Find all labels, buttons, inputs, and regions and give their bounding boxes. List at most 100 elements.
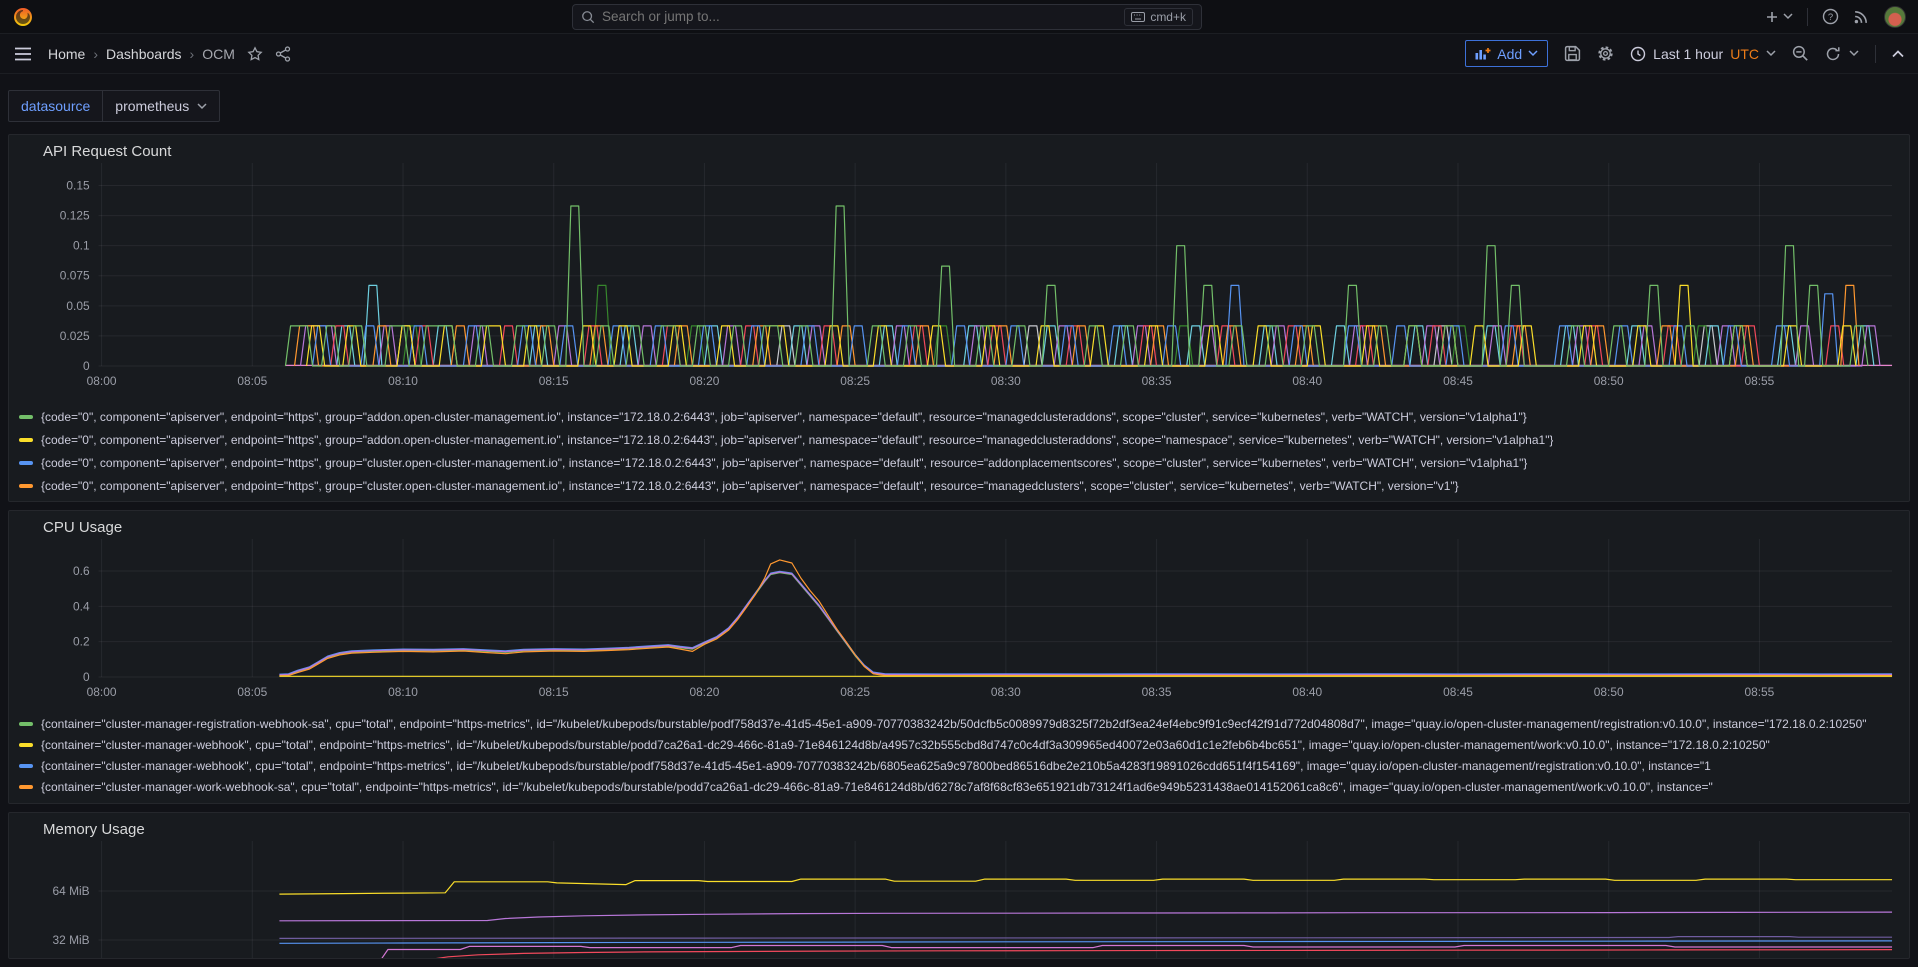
- chevron-down-icon: [1849, 50, 1859, 57]
- svg-text:0.025: 0.025: [60, 329, 90, 343]
- chevron-down-icon: [1766, 50, 1776, 57]
- refresh-button[interactable]: [1825, 46, 1859, 62]
- svg-text:0.15: 0.15: [66, 178, 90, 192]
- breadcrumb-home[interactable]: Home: [48, 46, 85, 62]
- svg-text:08:50: 08:50: [1594, 374, 1624, 388]
- add-panel-icon: [1475, 47, 1491, 60]
- legend-label: {container="cluster-manager-work-webhook…: [41, 780, 1713, 794]
- legend-item[interactable]: {code="0", component="apiserver", endpoi…: [19, 451, 1899, 474]
- plus-icon: [1765, 10, 1779, 24]
- legend-item[interactable]: {code="0", component="apiserver", endpoi…: [19, 497, 1899, 502]
- rss-icon: [1853, 8, 1870, 25]
- legend-swatch: [19, 438, 33, 442]
- save-icon: [1564, 45, 1581, 62]
- legend-swatch: [19, 461, 33, 465]
- svg-text:?: ?: [1828, 12, 1833, 23]
- timezone-label: UTC: [1730, 46, 1759, 62]
- variables-row: datasource prometheus: [8, 90, 1910, 122]
- legend-item[interactable]: {container="cluster-manager-work-webhook…: [19, 776, 1899, 797]
- legend-label: {code="0", component="apiserver", endpoi…: [41, 479, 1459, 493]
- grafana-logo[interactable]: [12, 6, 34, 28]
- search-icon: [581, 10, 595, 24]
- svg-text:08:45: 08:45: [1443, 374, 1473, 388]
- save-dashboard-button[interactable]: [1564, 45, 1581, 62]
- chevron-up-icon: [1892, 50, 1904, 58]
- dashboard-toolbar: Home › Dashboards › OCM Add: [0, 34, 1918, 74]
- favorite-button[interactable]: [247, 46, 263, 62]
- hamburger-icon: [14, 47, 32, 61]
- new-button[interactable]: [1765, 10, 1793, 24]
- svg-text:08:20: 08:20: [690, 685, 720, 699]
- variable-value: prometheus: [115, 98, 189, 114]
- panel-api-request-count: API Request Count 08:0008:0508:1008:1508…: [8, 134, 1910, 502]
- svg-text:0: 0: [83, 670, 90, 684]
- svg-text:08:25: 08:25: [840, 685, 870, 699]
- svg-text:0.2: 0.2: [73, 635, 90, 649]
- add-panel-label: Add: [1497, 46, 1522, 62]
- share-icon: [275, 46, 291, 62]
- keyboard-icon: [1131, 12, 1145, 22]
- breadcrumb: Home › Dashboards › OCM: [48, 46, 235, 62]
- shortcut-chip: cmd+k: [1124, 8, 1193, 26]
- legend-label: {container="cluster-manager-webhook", cp…: [41, 759, 1711, 773]
- legend-item[interactable]: {code="0", component="apiserver", endpoi…: [19, 428, 1899, 451]
- dashboard-content: datasource prometheus API Request Count …: [0, 74, 1918, 967]
- breadcrumb-dashboards[interactable]: Dashboards: [106, 46, 182, 62]
- news-button[interactable]: [1853, 8, 1870, 25]
- panel-title[interactable]: CPU Usage: [19, 517, 1899, 539]
- legend-label: {code="0", component="apiserver", endpoi…: [41, 502, 1452, 503]
- svg-text:08:55: 08:55: [1744, 374, 1774, 388]
- timeseries-chart[interactable]: 08:0008:0508:1008:1508:2008:2508:3008:35…: [19, 163, 1899, 403]
- zoom-out-button[interactable]: [1792, 45, 1809, 62]
- help-button[interactable]: ?: [1822, 8, 1839, 25]
- breadcrumb-current: OCM: [202, 46, 235, 62]
- legend-label: {code="0", component="apiserver", endpoi…: [41, 433, 1553, 447]
- svg-text:08:50: 08:50: [1594, 685, 1624, 699]
- legend-label: {container="cluster-manager-webhook", cp…: [41, 738, 1770, 752]
- panel-title[interactable]: API Request Count: [19, 141, 1899, 163]
- svg-text:08:40: 08:40: [1292, 374, 1322, 388]
- svg-text:08:40: 08:40: [1292, 685, 1322, 699]
- legend-item[interactable]: {container="cluster-manager-webhook", cp…: [19, 734, 1899, 755]
- svg-text:08:00: 08:00: [87, 685, 117, 699]
- variable-value-dropdown[interactable]: prometheus: [103, 90, 220, 122]
- svg-text:0.125: 0.125: [60, 209, 90, 223]
- add-panel-button[interactable]: Add: [1465, 40, 1548, 67]
- star-icon: [247, 46, 263, 62]
- divider: [1807, 8, 1808, 26]
- breadcrumb-separator: ›: [93, 46, 98, 62]
- collapse-toolbar-button[interactable]: [1892, 50, 1904, 58]
- panel-legend: {code="0", component="apiserver", endpoi…: [19, 405, 1899, 502]
- timeseries-chart[interactable]: 64 MiB32 MiB: [19, 841, 1899, 959]
- search-input[interactable]: [602, 9, 1124, 24]
- time-range-picker[interactable]: Last 1 hour UTC: [1630, 46, 1776, 62]
- time-range-label: Last 1 hour: [1653, 46, 1723, 62]
- legend-item[interactable]: {container="cluster-manager-registration…: [19, 713, 1899, 734]
- dashboard-settings-button[interactable]: [1597, 45, 1614, 62]
- svg-text:08:45: 08:45: [1443, 685, 1473, 699]
- legend-swatch: [19, 484, 33, 488]
- svg-text:0.075: 0.075: [60, 269, 90, 283]
- divider: [1875, 45, 1876, 63]
- help-icon: ?: [1822, 8, 1839, 25]
- legend-item[interactable]: {code="0", component="apiserver", endpoi…: [19, 474, 1899, 497]
- svg-text:32 MiB: 32 MiB: [53, 933, 90, 947]
- search-input-box[interactable]: cmd+k: [572, 4, 1202, 30]
- svg-text:08:10: 08:10: [388, 374, 418, 388]
- user-avatar[interactable]: [1884, 6, 1906, 28]
- svg-text:08:05: 08:05: [237, 685, 267, 699]
- svg-text:08:00: 08:00: [87, 374, 117, 388]
- svg-text:0: 0: [83, 359, 90, 373]
- panel-title[interactable]: Memory Usage: [19, 819, 1899, 841]
- svg-text:08:15: 08:15: [539, 374, 569, 388]
- legend-item[interactable]: {container="cluster-manager-webhook", cp…: [19, 755, 1899, 776]
- variable-label: datasource: [8, 90, 103, 122]
- svg-text:0.6: 0.6: [73, 564, 90, 578]
- timeseries-chart[interactable]: 08:0008:0508:1008:1508:2008:2508:3008:35…: [19, 539, 1899, 711]
- legend-item[interactable]: {code="0", component="apiserver", endpoi…: [19, 405, 1899, 428]
- mega-menu-toggle[interactable]: [14, 47, 32, 61]
- breadcrumb-separator: ›: [190, 46, 195, 62]
- share-button[interactable]: [275, 46, 291, 62]
- chevron-down-icon: [1783, 13, 1793, 20]
- panel-memory-usage: Memory Usage 64 MiB32 MiB: [8, 812, 1910, 959]
